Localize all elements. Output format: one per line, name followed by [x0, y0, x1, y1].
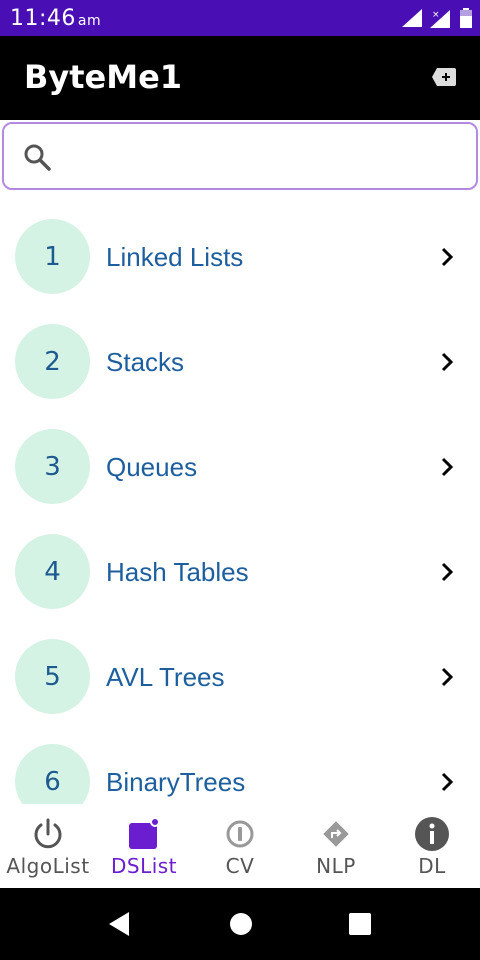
item-label: Stacks — [106, 347, 185, 377]
item-label: Linked Lists — [106, 242, 244, 272]
signal-icon — [402, 9, 422, 27]
add-box-icon[interactable] — [432, 68, 456, 86]
item-number-badge: 1 — [15, 219, 90, 294]
item-number-badge: 3 — [15, 429, 90, 504]
list-item[interactable]: 6 BinaryTrees — [0, 729, 480, 804]
item-label: BinaryTrees — [106, 767, 246, 797]
status-bar: 11:46 am × — [0, 0, 480, 36]
app-title: ByteMe1 — [24, 58, 183, 96]
home-icon[interactable] — [229, 912, 253, 936]
system-nav-bar — [0, 888, 480, 960]
item-label: Hash Tables — [106, 557, 249, 587]
power-icon — [34, 818, 62, 849]
list-item[interactable]: 4 Hash Tables — [0, 519, 480, 624]
nav-label-nlp: NLP — [316, 854, 356, 878]
nav-label-cv: CV — [225, 854, 255, 878]
item-number-badge: 5 — [15, 639, 90, 714]
item-number-badge: 4 — [15, 534, 90, 609]
svg-text:×: × — [432, 10, 440, 20]
item-label: Queues — [106, 452, 198, 482]
directions-icon — [323, 821, 349, 847]
status-time-value: 11:46 — [10, 6, 76, 31]
list-item[interactable]: 2 Stacks — [0, 309, 480, 414]
chevron-right-icon — [441, 247, 454, 267]
app-bar: ByteMe1 — [0, 36, 480, 120]
square-badge-icon — [129, 817, 160, 849]
search-input[interactable] — [64, 138, 464, 176]
signal-x-icon: × — [430, 10, 450, 28]
nav-item-nlp[interactable]: NLP — [288, 806, 384, 888]
status-ampm: am — [77, 13, 102, 29]
nav-item-dl[interactable]: DL — [384, 806, 480, 888]
search-box[interactable] — [2, 122, 478, 190]
list-item[interactable]: 1 Linked Lists — [0, 204, 480, 309]
nav-label-dl: DL — [418, 854, 446, 878]
chevron-right-icon — [441, 457, 454, 477]
nav-item-cv[interactable]: CV — [192, 806, 288, 888]
recents-icon[interactable] — [348, 912, 372, 936]
nav-item-dslist[interactable]: DSList — [96, 806, 192, 888]
item-label: AVL Trees — [106, 662, 225, 692]
nav-label-algolist: AlgoList — [6, 854, 90, 878]
chevron-right-icon — [441, 352, 454, 372]
bottom-nav: AlgoList DSList CV NLP DL — [0, 806, 480, 888]
item-number-badge: 2 — [15, 324, 90, 399]
battery-icon — [460, 8, 472, 28]
list-item[interactable]: 5 AVL Trees — [0, 624, 480, 729]
back-icon[interactable] — [107, 912, 131, 936]
chevron-right-icon — [441, 562, 454, 582]
chevron-right-icon — [441, 667, 454, 687]
list-item[interactable]: 3 Queues — [0, 414, 480, 519]
nav-item-algolist[interactable]: AlgoList — [0, 806, 96, 888]
nav-label-dslist: DSList — [110, 854, 178, 878]
ds-list: 1 Linked Lists 2 Stacks 3 Queues 4 Hash … — [0, 190, 480, 804]
item-number-badge: 6 — [15, 744, 90, 804]
status-icons: × — [402, 7, 472, 29]
search-icon — [24, 144, 51, 171]
pause-circle-icon — [226, 820, 254, 848]
info-icon — [415, 817, 449, 851]
status-time: 11:46 am — [10, 6, 101, 31]
chevron-right-icon — [441, 772, 454, 792]
